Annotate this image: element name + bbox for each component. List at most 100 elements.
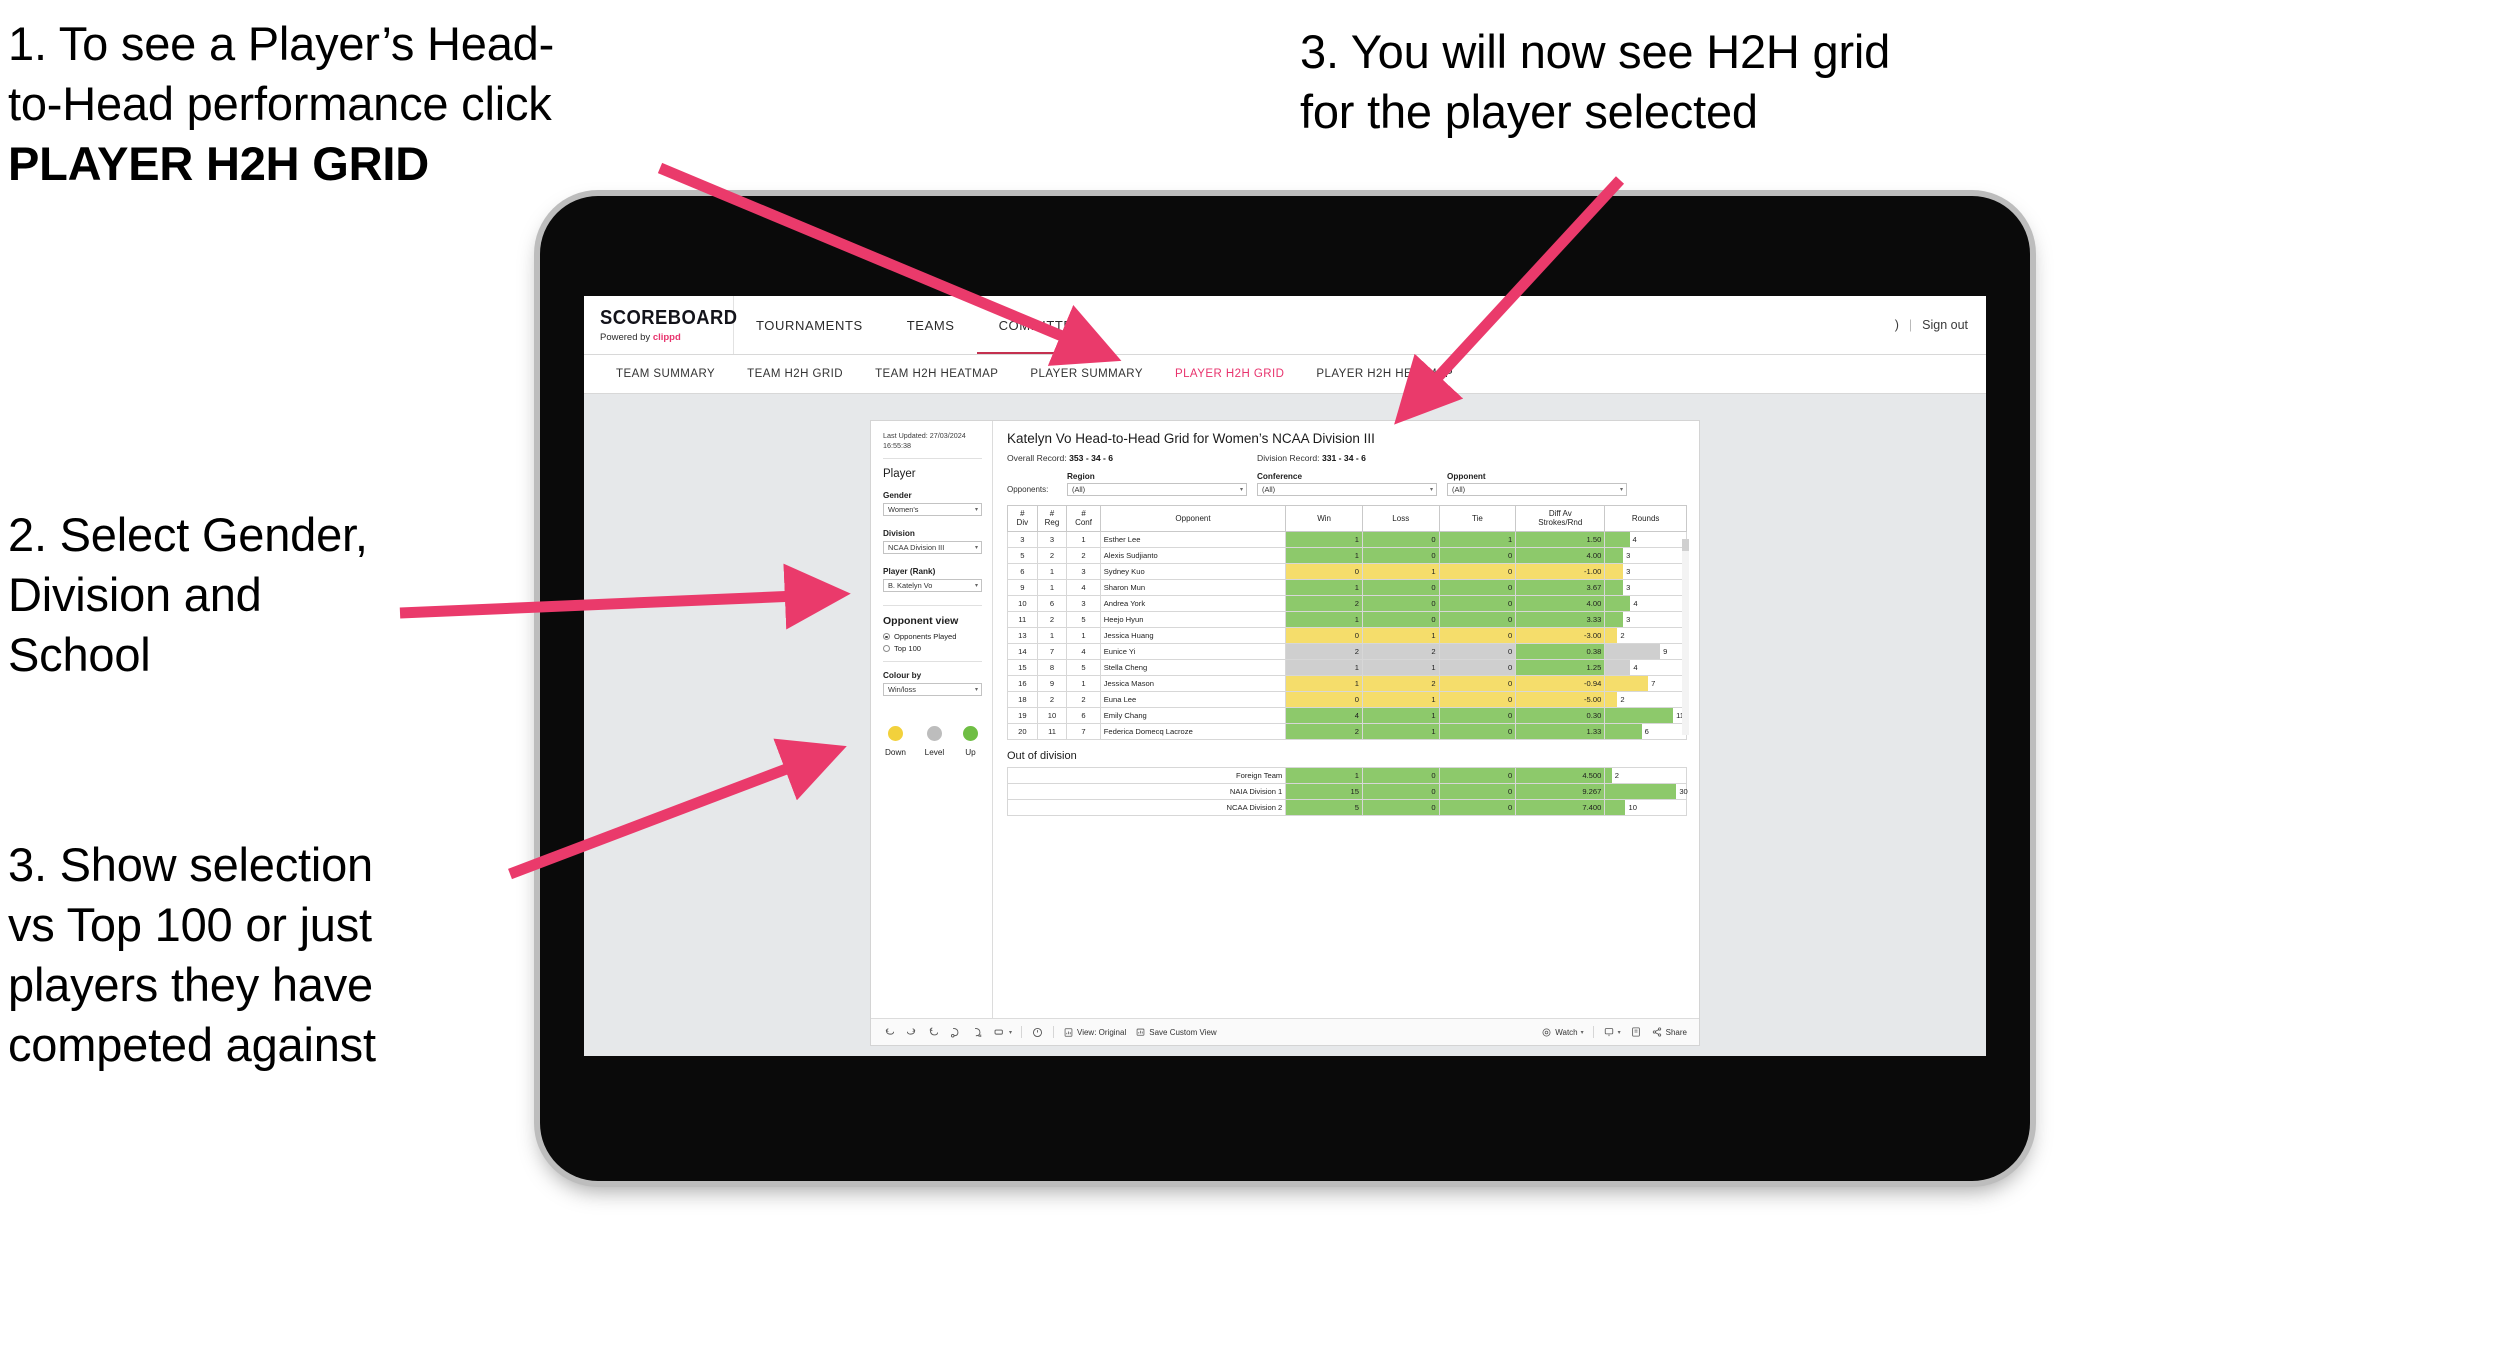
opponents-prefix: Opponents: xyxy=(1007,485,1049,494)
cell-rounds: 4 xyxy=(1604,658,1687,676)
region-select[interactable]: (All) ▾ xyxy=(1067,483,1247,496)
grid-scrollbar-thumb[interactable] xyxy=(1682,539,1689,551)
conference-select[interactable]: (All) ▾ xyxy=(1257,483,1437,496)
table-row[interactable]: 6 1 3 Sydney Kuo 0 1 0 -1.00 3 xyxy=(1007,562,1687,580)
subnav-item-team-h2h-heatmap[interactable]: TEAM H2H HEATMAP xyxy=(859,368,1014,380)
refresh-icon[interactable] xyxy=(949,1026,962,1039)
player-select[interactable]: B. Katelyn Vo ▾ xyxy=(883,579,982,593)
annotation-3-line-4: competed against xyxy=(8,1018,376,1072)
cell-conf: 1 xyxy=(1066,674,1101,692)
table-row[interactable]: 10 6 3 Andrea York 2 0 0 4.00 4 xyxy=(1007,594,1687,612)
cell-diff: 4.00 xyxy=(1515,594,1606,612)
col-reg: # Reg xyxy=(1036,505,1068,532)
col-win: Win xyxy=(1285,505,1363,532)
subnav-item-player-h2h-heatmap[interactable]: PLAYER H2H HEATMAP xyxy=(1300,368,1469,380)
share-button[interactable]: Share xyxy=(1651,1026,1687,1038)
cell-opponent: Andrea York xyxy=(1099,594,1287,612)
cell-reg: 2 xyxy=(1036,610,1068,628)
cell-win: 0 xyxy=(1285,562,1363,580)
cell-diff: 4.00 xyxy=(1515,546,1606,564)
save-custom-view-button[interactable]: Save Custom View xyxy=(1135,1027,1217,1038)
table-row[interactable]: 9 1 4 Sharon Mun 1 0 0 3.67 3 xyxy=(1007,578,1687,596)
nav-item-committee[interactable]: COMMITTEE xyxy=(976,297,1104,354)
annotation-2: 2. Select Gender, Division and School xyxy=(8,505,528,685)
division-select[interactable]: NCAA Division III ▾ xyxy=(883,541,982,555)
table-row[interactable]: 11 2 5 Heejo Hyun 1 0 0 3.33 3 xyxy=(1007,610,1687,628)
toolbar-divider-1 xyxy=(1021,1026,1023,1038)
cell-opponent: Euna Lee xyxy=(1099,690,1287,708)
table-row[interactable]: 20 11 7 Federica Domecq Lacroze 2 1 0 1.33 6 xyxy=(1007,722,1687,740)
region-filter: Region (All) ▾ xyxy=(1067,472,1247,496)
gender-select[interactable]: Women's ▾ xyxy=(883,503,982,517)
viz-main: Katelyn Vo Head-to-Head Grid for Women’s… xyxy=(993,421,1699,1018)
cell-div: 10 xyxy=(1007,594,1038,612)
table-row[interactable]: 19 10 6 Emily Chang 4 1 0 0.30 11 xyxy=(1007,706,1687,724)
table-row[interactable]: 5 2 2 Alexis Sudjianto 1 0 0 4.00 3 xyxy=(1007,546,1687,564)
undo-icon[interactable] xyxy=(883,1026,896,1039)
out-of-division-title: Out of division xyxy=(1007,749,1077,762)
col-diff-l1: Diff Av xyxy=(1548,509,1572,518)
out-of-division-row[interactable]: NAIA Division 1 15 0 0 9.267 30 xyxy=(1006,782,1688,800)
table-row[interactable]: 15 8 5 Stella Cheng 1 1 0 1.25 4 xyxy=(1007,658,1687,676)
chevron-down-icon: ▾ xyxy=(974,687,978,694)
radio-unselected-icon xyxy=(883,645,890,653)
annotation-2-line-3: School xyxy=(8,628,151,682)
cell-win: 1 xyxy=(1285,658,1363,676)
radio-selected-icon xyxy=(883,633,890,641)
radio-top-100[interactable]: Top 100 xyxy=(883,644,982,653)
cell-ood-diff: 9.267 xyxy=(1515,782,1606,800)
cell-win: 0 xyxy=(1285,626,1363,644)
cell-conf: 2 xyxy=(1066,546,1101,564)
colour-by-filter: Colour by Win/loss ▾ xyxy=(883,671,982,697)
gender-value: Women's xyxy=(888,505,919,515)
out-of-division-row[interactable]: NCAA Division 2 5 0 0 7.400 10 xyxy=(1006,798,1687,816)
subnav-item-team-h2h-grid[interactable]: TEAM H2H GRID xyxy=(731,368,859,380)
cell-win: 2 xyxy=(1285,594,1363,612)
table-row[interactable]: 18 2 2 Euna Lee 0 1 0 -5.00 2 xyxy=(1007,690,1687,708)
radio-opponents-played[interactable]: Opponents Played xyxy=(883,632,982,641)
nav-item-tournaments[interactable]: TOURNAMENTS xyxy=(734,297,885,354)
pause-icon[interactable] xyxy=(971,1026,984,1039)
table-row[interactable]: 3 3 1 Esther Lee 1 0 1 1.50 4 xyxy=(1007,530,1687,548)
subnav-item-player-h2h-grid[interactable]: PLAYER H2H GRID xyxy=(1159,368,1300,380)
cell-conf: 4 xyxy=(1066,578,1101,596)
pause-auto-update-icon[interactable] xyxy=(1031,1026,1044,1039)
colour-by-value: Win/loss xyxy=(888,685,916,695)
cell-diff: 3.67 xyxy=(1515,578,1606,596)
device-preview-icon[interactable]: ▾ xyxy=(993,1026,1012,1039)
redo-icon[interactable] xyxy=(905,1026,918,1039)
subnav-item-team-summary[interactable]: TEAM SUMMARY xyxy=(600,368,731,380)
download-icon[interactable]: ▾ xyxy=(1603,1026,1621,1038)
table-row[interactable]: 16 9 1 Jessica Mason 1 2 0 -0.94 7 xyxy=(1007,674,1687,692)
fullscreen-icon[interactable] xyxy=(1630,1026,1642,1038)
grid-scrollbar-track[interactable] xyxy=(1682,539,1689,735)
division-record-label: Division Record: xyxy=(1257,453,1322,463)
out-of-division-row[interactable]: Foreign Team 1 0 0 4.500 2 xyxy=(1006,766,1687,784)
cell-div: 16 xyxy=(1007,674,1038,692)
tablet-device-frame: SCOREBOARD Powered by clippd TOURNAMENTS… xyxy=(540,196,2030,1181)
toolbar-divider-3 xyxy=(1592,1026,1594,1038)
annotation-1-bold: PLAYER H2H GRID xyxy=(8,137,429,191)
sign-out-link[interactable]: Sign out xyxy=(1922,318,1968,332)
table-row[interactable]: 13 1 1 Jessica Huang 0 1 0 -3.00 2 xyxy=(1007,626,1687,644)
table-row[interactable]: 14 7 4 Eunice Yi 2 2 0 0.38 9 xyxy=(1007,642,1687,660)
nav-item-teams[interactable]: TEAMS xyxy=(885,297,977,354)
annotation-3-line-2: vs Top 100 or just xyxy=(8,898,372,952)
subnav-item-player-summary[interactable]: PLAYER SUMMARY xyxy=(1014,368,1159,380)
opponent-value: (All) xyxy=(1452,485,1466,494)
cell-opponent: Sharon Mun xyxy=(1099,578,1287,596)
cell-ood-rounds: 2 xyxy=(1604,766,1687,784)
view-original-button[interactable]: View: Original xyxy=(1063,1027,1126,1038)
out-of-division-body: Foreign Team 1 0 0 4.500 2 NAIA Division 1 15 0 0… xyxy=(1006,766,1688,816)
cell-ood-name: NAIA Division 1 xyxy=(1006,782,1287,800)
cell-diff: 1.25 xyxy=(1515,658,1606,676)
watch-button[interactable]: Watch ▾ xyxy=(1541,1027,1584,1038)
brand-logo: SCOREBOARD Powered by clippd xyxy=(584,296,737,354)
account-icon[interactable]: ) xyxy=(1895,318,1899,332)
revert-icon[interactable] xyxy=(927,1026,940,1039)
cell-win: 4 xyxy=(1285,706,1363,724)
colour-by-select[interactable]: Win/loss ▾ xyxy=(883,683,982,697)
sidebar-divider-3 xyxy=(883,661,982,663)
cell-diff: 1.33 xyxy=(1515,722,1606,740)
opponent-select[interactable]: (All) ▾ xyxy=(1447,483,1627,496)
